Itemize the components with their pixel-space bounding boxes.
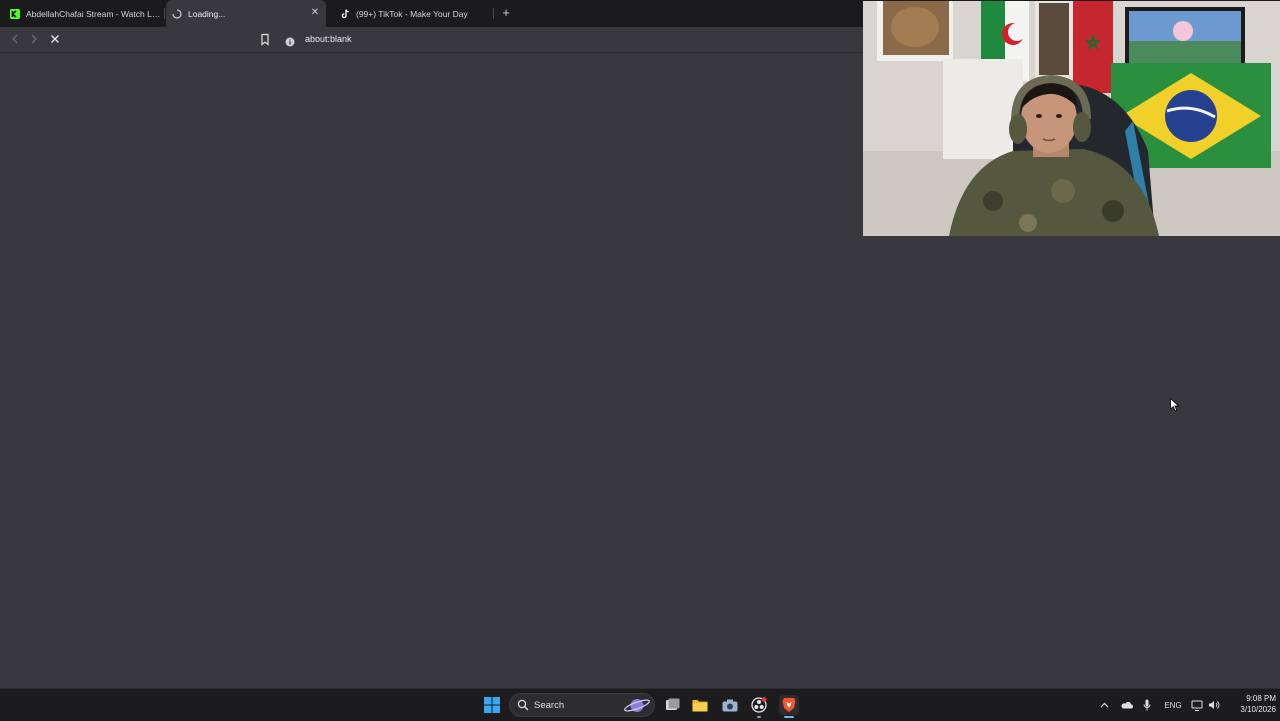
network-tray-button[interactable]	[1191, 698, 1203, 712]
camera-app-button[interactable]	[721, 696, 739, 714]
close-icon	[51, 35, 59, 43]
search-icon	[517, 699, 529, 711]
forward-button[interactable]	[28, 33, 40, 45]
microphone-icon	[1143, 699, 1151, 711]
mouse-cursor	[1170, 397, 1180, 412]
windows-taskbar: Search ENG 9:08 PM 3/10/2026	[0, 688, 1280, 721]
taskbar-search[interactable]: Search	[509, 693, 655, 717]
camera-icon	[722, 699, 738, 711]
microphone-tray-button[interactable]	[1142, 698, 1152, 712]
info-icon	[285, 37, 295, 47]
network-icon	[1191, 700, 1203, 711]
chevron-right-icon	[31, 34, 37, 44]
chevron-up-icon	[1100, 702, 1108, 708]
running-indicator	[757, 716, 761, 718]
file-explorer-button[interactable]	[691, 696, 709, 714]
task-view-button[interactable]	[663, 696, 681, 714]
bookmark-icon	[261, 33, 269, 46]
taskbar-clock[interactable]: 9:08 PM 3/10/2026	[1224, 693, 1276, 715]
tiktok-icon	[340, 9, 350, 19]
obs-icon	[751, 697, 767, 713]
tab-title: (99+) TikTok - Make Your Day	[356, 8, 468, 19]
search-label: Search	[534, 700, 565, 711]
tab-title: AbdellahChafai Stream - Watch Live o	[26, 8, 162, 19]
onedrive-tray-button[interactable]	[1119, 698, 1133, 712]
start-button[interactable]	[483, 696, 501, 714]
obs-app-button[interactable]	[750, 696, 768, 714]
windows-logo-icon	[484, 697, 500, 713]
address-bar[interactable]: about:blank	[305, 34, 352, 44]
task-view-icon	[665, 698, 679, 710]
tab-loading[interactable]: Loading... ✕	[166, 0, 326, 27]
active-app-indicator	[784, 716, 794, 718]
chevron-left-icon	[12, 34, 18, 44]
loading-spinner-icon	[172, 8, 182, 19]
stop-loading-button[interactable]	[49, 33, 61, 45]
cloud-icon	[1120, 702, 1133, 709]
cursor-icon	[1170, 397, 1180, 412]
clock-date: 3/10/2026	[1240, 705, 1276, 714]
folder-icon	[692, 700, 708, 712]
site-info-button[interactable]	[285, 34, 295, 47]
back-button[interactable]	[9, 33, 21, 45]
tab-separator	[164, 8, 165, 19]
search-highlight-icon	[624, 699, 650, 712]
tab-kick-stream[interactable]: AbdellahChafai Stream - Watch Live o	[4, 0, 162, 27]
new-tab-button[interactable]: +	[499, 6, 513, 20]
tab-title: Loading...	[188, 8, 226, 19]
show-hidden-icons-button[interactable]	[1099, 698, 1109, 712]
volume-tray-button[interactable]	[1208, 698, 1220, 712]
close-tab-icon[interactable]: ✕	[310, 8, 320, 18]
clock-time: 9:08 PM	[1246, 694, 1276, 703]
bookmark-button[interactable]	[259, 33, 271, 46]
tab-tiktok[interactable]: (99+) TikTok - Make Your Day	[334, 0, 492, 27]
language-indicator[interactable]: ENG	[1162, 698, 1184, 712]
speaker-icon	[1209, 701, 1220, 709]
streamer-webcam-image	[863, 1, 1280, 236]
brave-browser-button[interactable]	[779, 695, 799, 715]
brave-lion-icon	[782, 698, 796, 712]
kick-icon	[10, 8, 20, 19]
tab-separator	[493, 8, 494, 19]
webcam-overlay	[863, 1, 1280, 236]
